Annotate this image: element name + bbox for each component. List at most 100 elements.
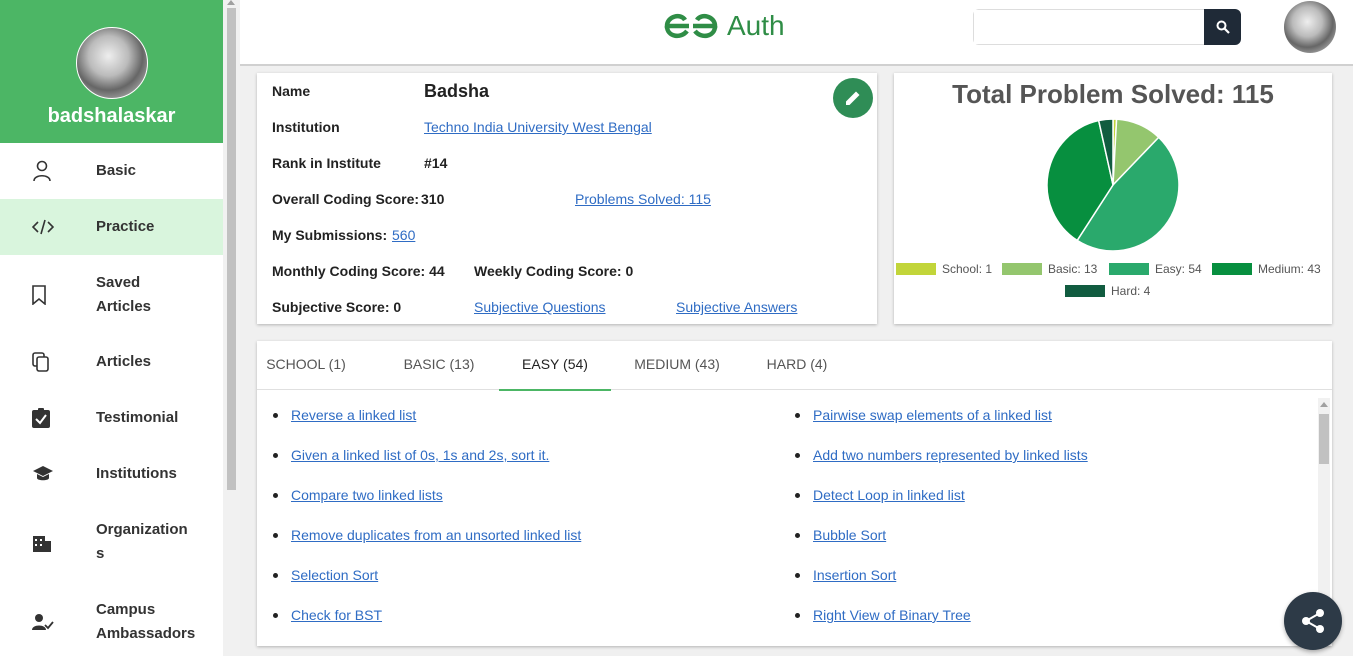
subjective-score: Subjective Score: 0 — [272, 299, 402, 315]
search-button[interactable] — [1204, 9, 1241, 45]
sidebar-item-label: Campus Ambassadors — [96, 601, 196, 642]
profile-info-card: Name Badsha Institution Techno India Uni… — [257, 73, 877, 324]
legend-item-medium: Medium: 43 — [1212, 262, 1321, 276]
sidebar-profile: badshalaskar — [0, 0, 223, 143]
legend-swatch — [896, 263, 936, 275]
tab-school[interactable]: SCHOOL (1) — [257, 341, 355, 389]
problem-link[interactable]: Remove duplicates from an unsorted linke… — [291, 527, 581, 543]
problem-link[interactable]: Add two numbers represented by linked li… — [813, 447, 1088, 463]
list-item: Add two numbers represented by linked li… — [795, 447, 1088, 463]
list-item: Bubble Sort — [795, 527, 886, 543]
pencil-icon — [846, 91, 860, 105]
share-icon — [1302, 609, 1324, 633]
page-scrollbar[interactable] — [223, 0, 240, 656]
list-item: Given a linked list of 0s, 1s and 2s, so… — [273, 447, 549, 463]
bullet — [273, 533, 278, 538]
sidebar-item-label: Institutions — [96, 465, 177, 482]
sidebar-item-organizations[interactable]: Organizations — [0, 502, 223, 582]
institution-link[interactable]: Techno India University West Bengal — [424, 119, 652, 135]
overall-score-value: 310 — [421, 191, 445, 207]
sidebar: badshalaskar Basic Practice Saved Articl… — [0, 0, 223, 656]
sidebar-item-practice[interactable]: Practice — [0, 199, 223, 255]
edit-profile-button[interactable] — [833, 78, 873, 118]
search-input[interactable] — [974, 10, 1204, 44]
problems-solved-link[interactable]: Problems Solved: 115 — [575, 191, 711, 207]
list-item: Selection Sort — [273, 567, 378, 583]
legend-label: Hard: 4 — [1111, 284, 1151, 298]
username: badshalaskar — [47, 105, 176, 127]
avatar[interactable] — [75, 27, 148, 99]
legend-swatch — [1065, 285, 1105, 297]
bullet — [795, 573, 800, 578]
problem-link[interactable]: Bubble Sort — [813, 527, 886, 543]
problem-link[interactable]: Reverse a linked list — [291, 407, 416, 423]
subjective-answers-link[interactable]: Subjective Answers — [676, 299, 797, 315]
legend-swatch — [1109, 263, 1149, 275]
scroll-thumb[interactable] — [227, 8, 236, 490]
scroll-up-arrow[interactable] — [227, 0, 235, 5]
bullet — [795, 533, 800, 538]
problem-link[interactable]: Given a linked list of 0s, 1s and 2s, so… — [291, 447, 549, 463]
list-item: Right View of Binary Tree — [795, 607, 971, 623]
sidebar-item-basic[interactable]: Basic — [0, 143, 223, 199]
problem-link[interactable]: Selection Sort — [291, 567, 378, 583]
search-icon — [1216, 20, 1230, 34]
bullet — [273, 613, 278, 618]
school-icon — [32, 465, 72, 483]
tab-medium[interactable]: MEDIUM (43) — [627, 341, 727, 389]
legend-swatch — [1212, 263, 1252, 275]
problem-link[interactable]: Insertion Sort — [813, 567, 896, 583]
list-item: Pairwise swap elements of a linked list — [795, 407, 1052, 423]
list-item: Detect Loop in linked list — [795, 487, 965, 503]
bullet — [273, 493, 278, 498]
institution-label: Institution — [272, 119, 340, 135]
subjective-questions-link[interactable]: Subjective Questions — [474, 299, 606, 315]
problem-link[interactable]: Right View of Binary Tree — [813, 607, 971, 623]
bullet — [795, 413, 800, 418]
brand-name: Auth — [727, 10, 785, 41]
submissions-link[interactable]: 560 — [392, 227, 415, 243]
header-avatar[interactable] — [1284, 1, 1336, 53]
problems-tabs-card: SCHOOL (1) BASIC (13) EASY (54) MEDIUM (… — [257, 341, 1332, 646]
logo[interactable]: Auth — [663, 10, 785, 42]
problem-link[interactable]: Check for BST — [291, 607, 382, 623]
rank-label: Rank in Institute — [272, 155, 381, 171]
problem-link[interactable]: Pairwise swap elements of a linked list — [813, 407, 1052, 423]
bullet — [795, 453, 800, 458]
tab-hard[interactable]: HARD (4) — [757, 341, 837, 389]
name-label: Name — [272, 83, 311, 99]
bullet — [273, 453, 278, 458]
scroll-up-arrow[interactable] — [1320, 402, 1328, 407]
tab-basic[interactable]: BASIC (13) — [387, 341, 491, 389]
list-item: Check for BST — [273, 607, 382, 623]
sidebar-item-label: Practice — [96, 218, 155, 235]
problem-link[interactable]: Detect Loop in linked list — [813, 487, 965, 503]
bullet — [795, 493, 800, 498]
sidebar-item-label: Testimonial — [96, 409, 179, 426]
code-icon — [32, 219, 72, 235]
share-button[interactable] — [1284, 592, 1342, 650]
sidebar-item-label: Basic — [96, 162, 137, 179]
list-item: Reverse a linked list — [273, 407, 416, 423]
legend-item-school: School: 1 — [896, 262, 992, 276]
legend-item-basic: Basic: 13 — [1002, 262, 1097, 276]
sidebar-item-saved-articles[interactable]: Saved Articles — [0, 255, 223, 334]
header: Auth — [240, 0, 1353, 66]
problem-link[interactable]: Compare two linked lists — [291, 487, 443, 503]
building-icon — [32, 532, 72, 552]
legend-label: School: 1 — [942, 262, 993, 276]
legend-label: Medium: 43 — [1258, 262, 1321, 276]
list-item: Insertion Sort — [795, 567, 896, 583]
scroll-thumb[interactable] — [1319, 414, 1329, 464]
legend-item-hard: Hard: 4 — [1065, 284, 1150, 298]
copy-icon — [32, 352, 72, 372]
legend-label: Easy: 54 — [1155, 262, 1202, 276]
search-box[interactable] — [973, 9, 1205, 45]
sidebar-item-testimonial[interactable]: Testimonial — [0, 390, 223, 446]
person-check-icon — [32, 613, 72, 631]
sidebar-item-institutions[interactable]: Institutions — [0, 446, 223, 502]
tab-easy[interactable]: EASY (54) — [499, 341, 611, 391]
person-icon — [32, 160, 72, 182]
sidebar-item-articles[interactable]: Articles — [0, 334, 223, 390]
sidebar-item-campus-ambassadors[interactable]: Campus Ambassadors — [0, 582, 223, 656]
